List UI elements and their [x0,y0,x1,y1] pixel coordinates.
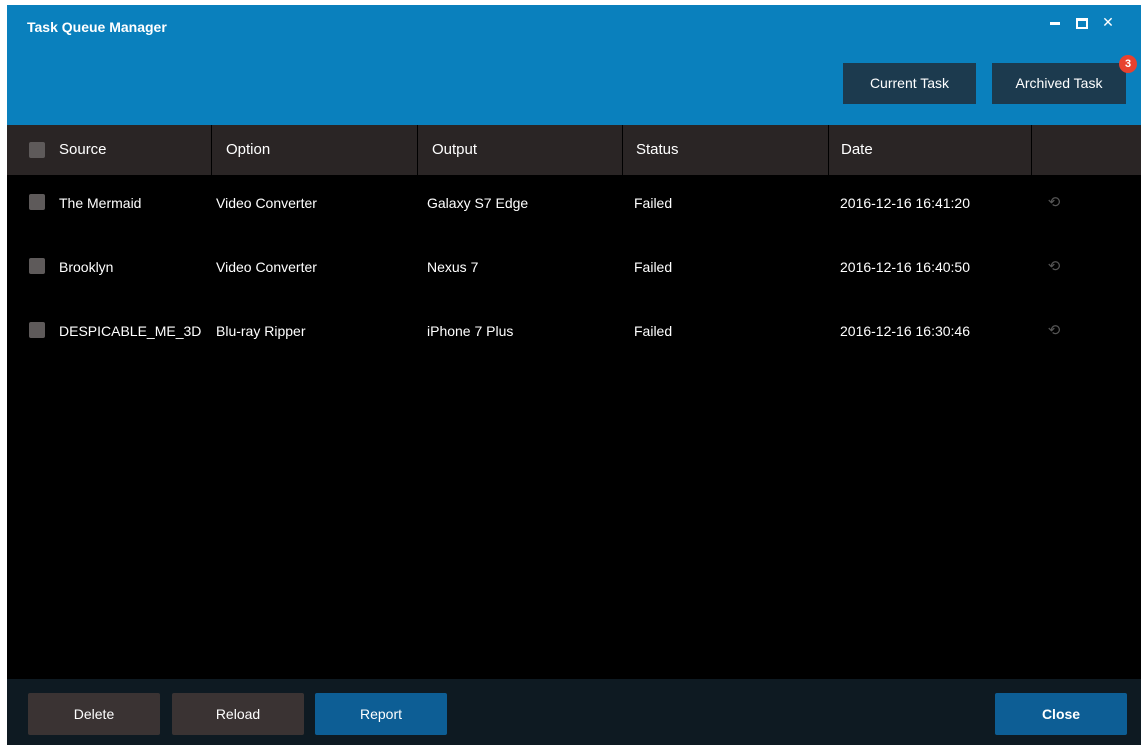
cell-option: Video Converter [216,259,317,275]
cell-source: The Mermaid [59,195,142,211]
cell-status: Failed [634,323,673,339]
cell-source: DESPICABLE_ME_3D [59,323,202,339]
archived-count-badge: 3 [1119,55,1137,73]
report-button[interactable]: Report [315,693,447,735]
cell-date: 2016-12-16 16:40:50 [840,259,970,275]
close-icon[interactable]: ✕ [1099,13,1117,31]
cell-option: Video Converter [216,195,317,211]
maximize-icon[interactable] [1073,13,1091,31]
footer-bar: Delete Reload Report Close [7,679,1141,745]
minimize-icon[interactable] [1046,13,1064,31]
cell-output: Galaxy S7 Edge [427,195,529,211]
tab-archived-task[interactable]: Archived Task [992,63,1126,104]
column-header-date[interactable]: Date [829,125,1032,175]
task-queue-manager-window: Task Queue Manager ✕ Current Task Archiv… [7,5,1141,745]
cell-status: Failed [634,195,673,211]
cell-option: Blu-ray Ripper [216,323,306,339]
column-header-actions [1032,125,1141,175]
cell-output: iPhone 7 Plus [427,323,514,339]
table-header: Source Option Output Status Date [7,125,1141,175]
retry-icon[interactable]: ⟲ [1042,255,1066,279]
table-row[interactable]: Brooklyn Video Converter Nexus 7 Failed … [7,239,1141,303]
cell-status: Failed [634,259,673,275]
column-header-output[interactable]: Output [418,125,623,175]
title-bar: Task Queue Manager ✕ Current Task Archiv… [7,5,1141,125]
window-title: Task Queue Manager [27,19,167,35]
select-all-checkbox[interactable] [29,142,45,158]
cell-date: 2016-12-16 16:41:20 [840,195,970,211]
tab-current-task[interactable]: Current Task [843,63,976,104]
retry-icon[interactable]: ⟲ [1042,191,1066,215]
table-row[interactable]: DESPICABLE_ME_3D Blu-ray Ripper iPhone 7… [7,303,1141,367]
cell-output: Nexus 7 [427,259,479,275]
table-row[interactable]: The Mermaid Video Converter Galaxy S7 Ed… [7,175,1141,239]
retry-icon[interactable]: ⟲ [1042,319,1066,343]
cell-date: 2016-12-16 16:30:46 [840,323,970,339]
close-button[interactable]: Close [995,693,1127,735]
column-header-option[interactable]: Option [212,125,418,175]
task-list: The Mermaid Video Converter Galaxy S7 Ed… [7,175,1141,679]
cell-source: Brooklyn [59,259,114,275]
row-checkbox[interactable] [29,322,45,338]
row-checkbox[interactable] [29,194,45,210]
column-header-status[interactable]: Status [623,125,829,175]
row-checkbox[interactable] [29,258,45,274]
reload-button[interactable]: Reload [172,693,304,735]
delete-button[interactable]: Delete [28,693,160,735]
